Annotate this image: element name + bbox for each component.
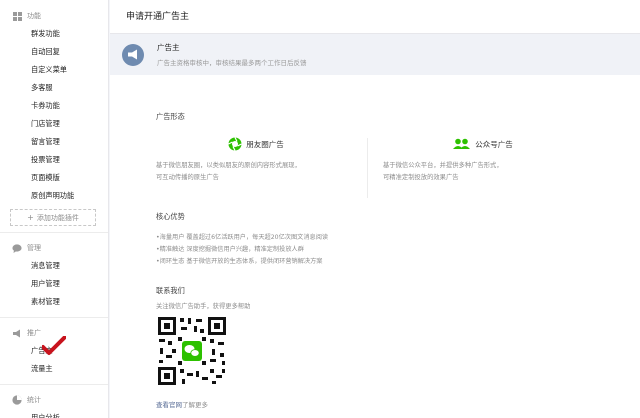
sidebar-divider xyxy=(0,317,108,318)
ad-form-desc-line1: 基于微信公众平台，并提供多种广告形式， xyxy=(383,162,503,169)
sidebar-item-page-templates[interactable]: 页面模版 xyxy=(0,169,108,187)
more-suffix: 了解更多 xyxy=(182,401,208,409)
sidebar-item-materials[interactable]: 素材管理 xyxy=(0,293,108,311)
contact-title: 联系我们 xyxy=(156,286,185,295)
ad-form-label: 朋友圈广告 xyxy=(246,139,284,149)
checkmark-icon xyxy=(42,336,66,355)
ad-form-desc-line1: 基于微信朋友圈，以类似朋友的原创内容形式展现， xyxy=(156,162,301,169)
advantages-title: 核心优势 xyxy=(156,212,185,221)
sidebar-divider xyxy=(0,384,108,385)
sidebar-item-user-analysis[interactable]: 用户分析 xyxy=(0,409,108,418)
notice-subtitle: 广告主资格审核中，审核结果最多两个工作日后反馈 xyxy=(157,59,307,67)
moments-icon xyxy=(228,137,243,151)
sidebar-item-users[interactable]: 用户管理 xyxy=(0,275,108,293)
sidebar-item-comments[interactable]: 留言管理 xyxy=(0,133,108,151)
add-plugin-label: 添加功能插件 xyxy=(36,213,79,222)
more-info: 查看官网了解更多 xyxy=(156,399,596,409)
sidebar-item-customer-service[interactable]: 多客服 xyxy=(0,79,108,97)
main-panel: 申请开通广告主 广告主 广告主资格审核中，审核结果最多两个工作日后反馈 广告形态 xyxy=(110,0,640,418)
divider xyxy=(367,138,368,198)
sidebar-item-original-declaration[interactable]: 原创声明功能 xyxy=(0,187,108,205)
sidebar-section-management: 管理 xyxy=(0,239,108,257)
sidebar-item-cards[interactable]: 卡券功能 xyxy=(0,97,108,115)
ad-form-desc-line2: 可精准定制投放的效果广告 xyxy=(383,174,459,181)
megaphone-icon xyxy=(12,328,22,338)
plus-icon: + xyxy=(27,213,34,222)
sidebar-item-auto-reply[interactable]: 自动回复 xyxy=(0,43,108,61)
users-icon xyxy=(453,138,471,150)
ad-forms: 朋友圈广告 基于微信朋友圈，以类似朋友的原创内容形式展现， 可互动传播的原生广告 xyxy=(156,134,596,206)
add-plugin-button[interactable]: + 添加功能插件 xyxy=(10,209,96,226)
official-site-link[interactable]: 查看官网 xyxy=(156,401,182,409)
list-item: •精准触达 深度挖掘微信用户兴趣，精准定制投放人群 xyxy=(156,246,304,253)
status-notice: 广告主 广告主资格审核中，审核结果最多两个工作日后反馈 xyxy=(110,34,640,75)
ad-form-moments: 朋友圈广告 基于微信朋友圈，以类似朋友的原创内容形式展现， 可互动传播的原生广告 xyxy=(156,134,356,184)
grid-icon xyxy=(12,11,22,21)
sidebar-item-messages[interactable]: 消息管理 xyxy=(0,257,108,275)
sidebar-section-title: 功能 xyxy=(27,12,41,20)
sidebar-section-title: 推广 xyxy=(27,329,41,337)
ad-form-header: 公众号广告 xyxy=(383,134,583,154)
contact-subtitle: 关注微信广告助手，获得更多帮助 xyxy=(156,303,251,310)
page-title: 申请开通广告主 xyxy=(110,0,640,34)
list-item: •闭环生态 基于微信开放的生态体系，提供闭环营销解决方案 xyxy=(156,258,323,265)
ad-form-desc-line2: 可互动传播的原生广告 xyxy=(156,174,219,181)
ad-form-label: 公众号广告 xyxy=(475,139,513,149)
ad-forms-title: 广告形态 xyxy=(156,112,185,121)
list-item: •海量用户 覆盖超过6亿活跃用户，每天超20亿次图文消息阅读 xyxy=(156,234,329,241)
sidebar-section-statistics: 统计 xyxy=(0,391,108,409)
sidebar-item-publisher[interactable]: 流量主 xyxy=(0,360,108,378)
chart-icon xyxy=(12,395,22,405)
content-area: 广告形态 朋友圈广告 基于微信朋友圈，以类似朋友的原创内容形式展现， 可互动传播… xyxy=(156,112,596,409)
megaphone-icon xyxy=(122,43,144,66)
ad-form-official-account: 公众号广告 基于微信公众平台，并提供多种广告形式， 可精准定制投放的效果广告 xyxy=(383,134,583,184)
sidebar-item-custom-menu[interactable]: 自定义菜单 xyxy=(0,61,108,79)
qr-code xyxy=(156,315,228,387)
sidebar-section-title: 管理 xyxy=(27,244,41,252)
sidebar-divider xyxy=(0,232,108,233)
sidebar-section-title: 统计 xyxy=(27,396,41,404)
sidebar-item-votes[interactable]: 投票管理 xyxy=(0,151,108,169)
advantages-list: •海量用户 覆盖超过6亿活跃用户，每天超20亿次图文消息阅读 •精准触达 深度挖… xyxy=(156,232,596,268)
notice-title: 广告主 xyxy=(157,43,180,52)
sidebar-item-broadcast[interactable]: 群发功能 xyxy=(0,25,108,43)
sidebar-section-functions: 功能 xyxy=(0,7,108,25)
sidebar-item-stores[interactable]: 门店管理 xyxy=(0,115,108,133)
ad-form-header: 朋友圈广告 xyxy=(156,134,356,154)
chat-bubble-icon xyxy=(12,243,22,253)
